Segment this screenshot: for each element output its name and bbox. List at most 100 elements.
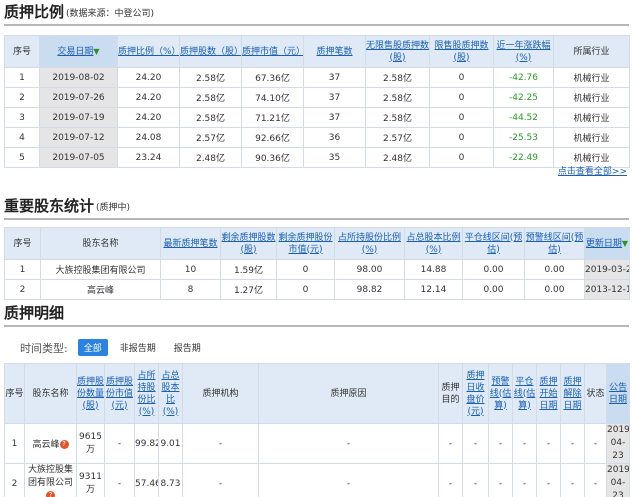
cell: - (584, 423, 607, 464)
col-pledge-qty[interactable]: 质押股份数量(股) (76, 363, 105, 424)
pledge-detail-section-title: 质押明细 (4, 303, 629, 327)
cell: 0.00 (462, 279, 525, 300)
cell: 2.58亿 (179, 107, 242, 128)
cell: 5 (4, 147, 40, 168)
cell: 机械行业 (553, 87, 630, 108)
shareholders-subtitle: (质押中) (96, 203, 131, 213)
table-row: 2 大族控股集团有限公司? 9311万 - 57.46 8.73 - - - -… (4, 463, 630, 497)
col-latest-count[interactable]: 最新质押笔数 (160, 227, 221, 260)
col-pledge-shares[interactable]: 质押股数（股） (179, 35, 242, 68)
cell: 98.82 (334, 279, 405, 300)
cell: 0 (429, 67, 494, 88)
cell: 0 (429, 87, 494, 108)
col-remaining-shares[interactable]: 剩余质押股数(股) (220, 227, 277, 260)
cell: - (536, 423, 561, 464)
cell: 高云峰 (40, 279, 161, 300)
col-pledge-value[interactable]: 质押市值（元） (241, 35, 304, 68)
col-held-ratio[interactable]: 占所持股份比例(%) (334, 227, 405, 260)
col-update-date[interactable]: 更新日期▼ (584, 227, 630, 260)
col-yearly-change[interactable]: 近一年涨跌幅(%) (493, 35, 554, 68)
filter-report[interactable]: 报告期 (168, 339, 207, 356)
col-announce-date[interactable]: 公告日期 (606, 363, 630, 424)
pledge-ratio-section-title: 质押比例 (数据来源：中登公司) (4, 2, 629, 26)
cell: - (488, 423, 513, 464)
col-purpose: 质押目的 (438, 363, 463, 424)
col-pledge-ratio[interactable]: 质押比例（%） (117, 35, 180, 68)
col-warning-line[interactable]: 预警线区间(预估) (524, 227, 585, 260)
col-warning-line[interactable]: 预警线(估算) (488, 363, 513, 424)
cell: 37 (303, 87, 366, 108)
help-icon[interactable]: ? (59, 440, 69, 449)
help-icon[interactable]: ? (46, 491, 55, 497)
shareholders-header-row: 序号 股东名称 最新质押笔数 剩余质押股数(股) 剩余质押股份市值(元) 占所持… (4, 227, 630, 260)
col-reason: 质押原因 (258, 363, 439, 424)
cell: 2.48亿 (365, 147, 430, 168)
cell: -25.53 (493, 127, 554, 148)
col-release-date[interactable]: 质押解除日期 (560, 363, 585, 424)
cell: 2.57亿 (179, 127, 242, 148)
cell: 0.00 (524, 279, 585, 300)
table-row: 1 高云峰? 9615万 - 99.82 9.01 - - - - - - - … (4, 423, 630, 464)
table-row: 3 2019-07-19 24.20 2.58亿 71.21亿 37 2.58亿… (4, 107, 630, 128)
cell: 2019 04-23 (606, 463, 630, 497)
cell: - (258, 423, 439, 464)
cell: 0.00 (524, 259, 585, 280)
col-start-date[interactable]: 质押开始日期 (536, 363, 561, 424)
cell: 2019 04-23 (606, 423, 630, 464)
cell: 71.21亿 (241, 107, 304, 128)
col-held-ratio[interactable]: 占所持股份比(%) (134, 363, 159, 424)
cell: 2.58亿 (179, 87, 242, 108)
cell: 机械行业 (553, 67, 630, 88)
cell: 大族控股集团有限公司 (40, 259, 161, 280)
cell: 67.36亿 (241, 67, 304, 88)
view-all-link[interactable]: 点击查看全部>> (558, 164, 627, 177)
cell: 0 (429, 127, 494, 148)
filter-non-report[interactable]: 非报告期 (114, 339, 162, 356)
cell: 37 (303, 67, 366, 88)
cell: 2.58亿 (179, 67, 242, 88)
cell: 2 (4, 87, 40, 108)
cell: 10 (160, 259, 221, 280)
cell: 2.57亿 (365, 127, 430, 148)
cell: - (536, 463, 561, 497)
col-liquidation-line[interactable]: 平仓线区间(预估) (462, 227, 525, 260)
cell: - (462, 463, 489, 497)
cell: 2.58亿 (365, 107, 430, 128)
col-unrestricted[interactable]: 无限售股质押数(股) (365, 35, 430, 68)
cell: - (104, 463, 135, 497)
cell: 0.00 (462, 259, 525, 280)
cell: 24.08 (117, 127, 180, 148)
col-pledge-mkt-value[interactable]: 质押股份市值(元) (104, 363, 135, 424)
cell: 2 (4, 279, 41, 300)
col-trade-date[interactable]: 交易日期▼ (39, 35, 118, 68)
cell: - (488, 463, 513, 497)
cell: 24.20 (117, 87, 180, 108)
col-liquidation-line[interactable]: 平仓线(估算) (512, 363, 537, 424)
col-total-ratio[interactable]: 占总股本比例(%) (404, 227, 463, 260)
cell: 37 (303, 107, 366, 128)
col-restricted[interactable]: 限售股质押数(股) (429, 35, 494, 68)
cell: -22.49 (493, 147, 554, 168)
filter-all[interactable]: 全部 (77, 339, 108, 356)
cell: 1 (4, 423, 25, 464)
cell: 2.58亿 (365, 87, 430, 108)
cell: 0 (276, 279, 335, 300)
col-institution: 质押机构 (182, 363, 259, 424)
col-close-price[interactable]: 质押日收盘价(元) (462, 363, 489, 424)
cell: 23.24 (117, 147, 180, 168)
col-index: 序号 (4, 35, 40, 68)
cell: 2019-07-26 (39, 87, 118, 108)
col-remaining-value[interactable]: 剩余质押股份市值(元) (276, 227, 335, 260)
cell: - (462, 423, 489, 464)
col-total-ratio[interactable]: 占总股本比(%) (158, 363, 183, 424)
cell: 2019-07-19 (39, 107, 118, 128)
pledge-ratio-table: 序号 交易日期▼ 质押比例（%） 质押股数（股） 质押市值（元） 质押笔数 无限… (4, 35, 630, 168)
pledge-detail-title: 质押明细 (4, 304, 65, 322)
holder-name-cell: 高云峰? (24, 423, 77, 464)
shareholders-title: 重要股东统计 (4, 197, 95, 215)
pledge-ratio-source: (数据来源：中登公司) (66, 9, 155, 19)
col-pledge-count[interactable]: 质押笔数 (303, 35, 366, 68)
holder-name-cell: 大族控股集团有限公司? (24, 463, 77, 497)
shareholders-table: 序号 股东名称 最新质押笔数 剩余质押股数(股) 剩余质押股份市值(元) 占所持… (4, 227, 630, 300)
cell: 机械行业 (553, 107, 630, 128)
